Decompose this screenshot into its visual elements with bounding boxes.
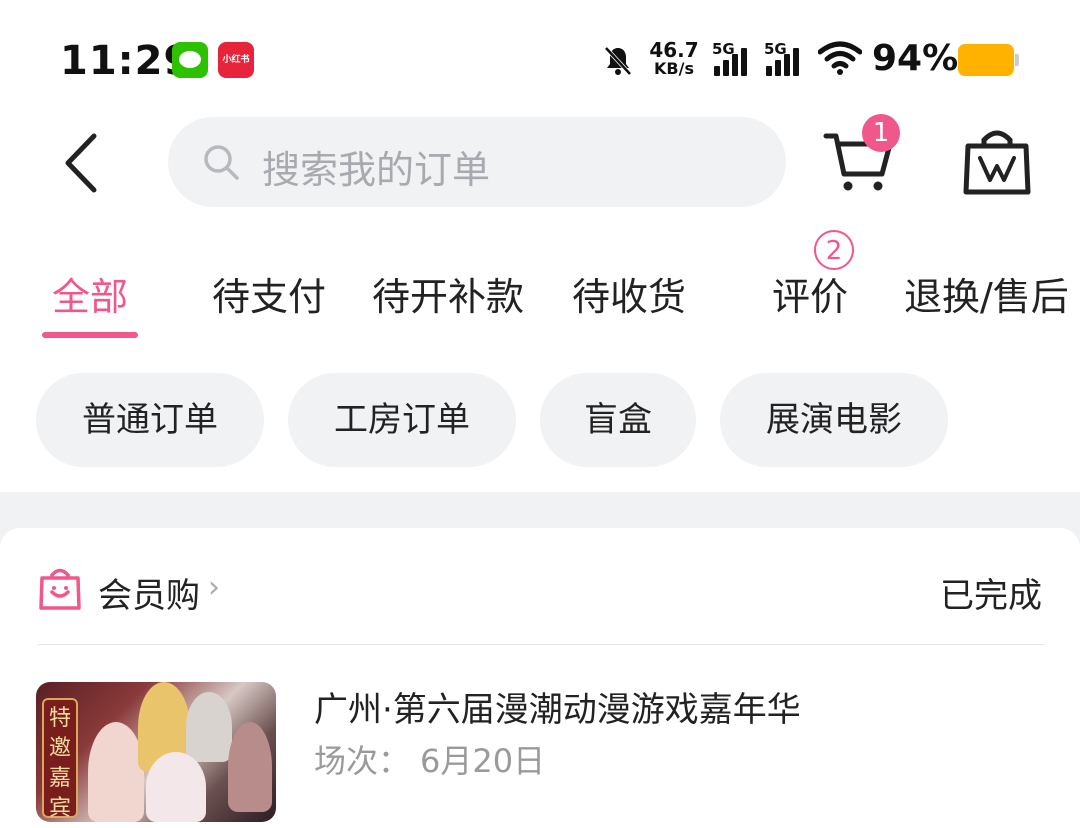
battery-percent: 94% bbox=[872, 38, 959, 79]
status-bar: 11:29 小红书 46.7 KB/s 5G 5G 94% bbox=[0, 0, 1080, 110]
muted-bell-icon bbox=[604, 46, 632, 76]
shopping-bag-button[interactable] bbox=[960, 124, 1034, 198]
battery-icon bbox=[958, 44, 1019, 76]
tab-review[interactable]: 评价 bbox=[772, 266, 848, 321]
session-value: 6月20日 bbox=[420, 742, 546, 780]
thumb-badge-text: 特邀嘉宾 bbox=[42, 698, 78, 821]
back-button[interactable] bbox=[58, 128, 110, 198]
search-input[interactable]: 搜索我的订单 bbox=[168, 117, 786, 207]
order-status: 已完成 bbox=[940, 576, 1042, 616]
shop-bag-icon bbox=[39, 568, 81, 610]
active-tab-indicator bbox=[42, 332, 138, 338]
shop-name[interactable]: 会员购 bbox=[98, 568, 200, 617]
wifi-icon bbox=[818, 41, 862, 75]
filter-chip-shows-movies[interactable]: 展演电影 bbox=[720, 373, 948, 467]
review-count-badge: 2 bbox=[814, 230, 854, 270]
product-title[interactable]: 广州·第六届漫潮动漫游戏嘉年华 bbox=[314, 682, 801, 731]
chevron-right-icon: › bbox=[208, 570, 220, 605]
search-placeholder: 搜索我的订单 bbox=[262, 148, 491, 192]
filter-chip-blind-box[interactable]: 盲盒 bbox=[540, 373, 696, 467]
tab-pending-payment[interactable]: 待支付 bbox=[212, 266, 326, 321]
signal-icon: 5G bbox=[712, 40, 756, 78]
product-thumbnail[interactable]: 特邀嘉宾 bbox=[36, 682, 276, 822]
signal-icon: 5G bbox=[764, 40, 808, 78]
xiaohongshu-icon: 小红书 bbox=[218, 42, 254, 78]
network-speed: 46.7 KB/s bbox=[648, 40, 700, 78]
filter-chip-workshop[interactable]: 工房订单 bbox=[288, 373, 516, 467]
wechat-icon bbox=[172, 42, 208, 78]
session-label: 场次： bbox=[314, 742, 411, 780]
thumb-figure bbox=[186, 692, 232, 762]
net-speed-value: 46.7 bbox=[649, 38, 699, 62]
tab-pending-supplement[interactable]: 待开补款 bbox=[372, 266, 524, 321]
card-divider bbox=[38, 644, 1044, 645]
tab-all[interactable]: 全部 bbox=[52, 266, 128, 321]
thumb-figure bbox=[88, 722, 144, 822]
thumb-figure bbox=[228, 722, 272, 812]
cart-badge: 1 bbox=[862, 114, 900, 152]
tab-after-sales[interactable]: 退换/售后 bbox=[904, 266, 1069, 321]
net-speed-unit: KB/s bbox=[654, 59, 694, 78]
search-icon bbox=[204, 145, 239, 180]
filter-chip-regular[interactable]: 普通订单 bbox=[36, 373, 264, 467]
tab-pending-receipt[interactable]: 待收货 bbox=[572, 266, 686, 321]
